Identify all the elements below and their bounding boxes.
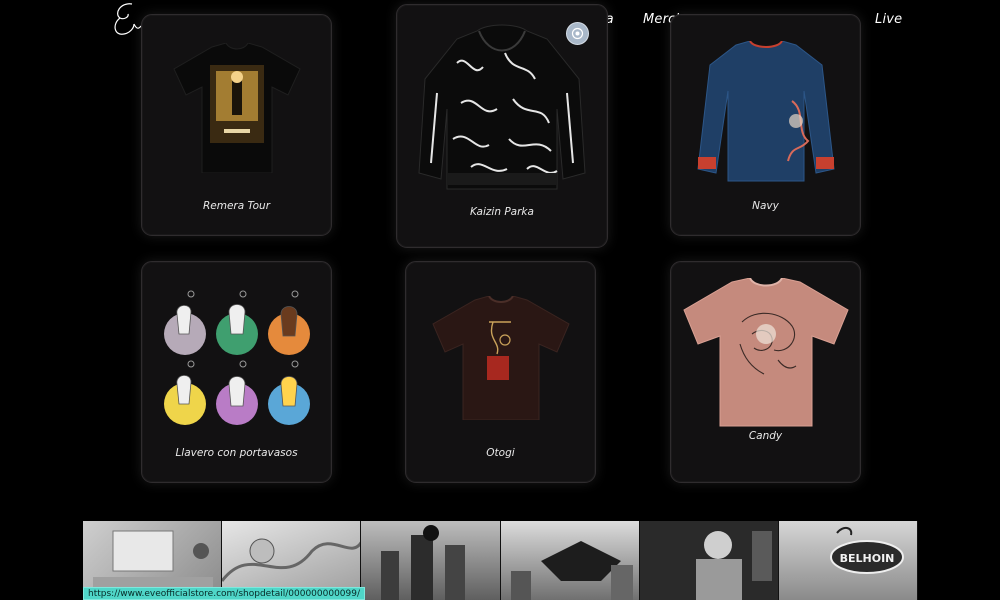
gallery-image-3[interactable] bbox=[361, 521, 501, 600]
crosshair-icon bbox=[571, 27, 584, 40]
keychain-set-icon bbox=[142, 286, 331, 432]
gallery-image-5[interactable] bbox=[639, 521, 779, 600]
gallery-image-6[interactable]: BELHOIN bbox=[778, 521, 919, 600]
gallery-sign-text: BELHOIN bbox=[839, 552, 894, 565]
nav-link-live[interactable]: Live bbox=[875, 12, 902, 27]
status-url-preview: https://www.eveofficialstore.com/shopdet… bbox=[83, 587, 366, 600]
black-tshirt-poster-icon bbox=[142, 43, 331, 173]
product-name: Kaizin Parka bbox=[470, 206, 534, 218]
product-name: Navy bbox=[752, 200, 779, 212]
gallery-image-4[interactable] bbox=[500, 521, 640, 600]
product-card-otogi[interactable]: Otogi bbox=[405, 261, 596, 483]
eve-logo[interactable] bbox=[110, 0, 144, 40]
brown-tshirt-icon bbox=[406, 296, 595, 420]
black-hoodie-icon bbox=[397, 23, 607, 193]
product-name: Remera Tour bbox=[202, 200, 271, 212]
navy-longsleeve-icon bbox=[671, 41, 860, 185]
product-name: Otogi bbox=[486, 447, 515, 459]
product-card-navy[interactable]: Navy bbox=[670, 14, 861, 236]
product-card-remera-tour[interactable]: Remera Tour bbox=[141, 14, 332, 236]
product-name: Candy bbox=[748, 430, 783, 442]
pink-tshirt-icon bbox=[671, 278, 860, 428]
product-card-candy[interactable]: Candy bbox=[670, 261, 861, 483]
product-card-llavero[interactable]: Llavero con portavasos bbox=[141, 261, 332, 483]
scroll-top-button[interactable] bbox=[566, 22, 589, 45]
product-name: Llavero con portavasos bbox=[175, 447, 298, 459]
